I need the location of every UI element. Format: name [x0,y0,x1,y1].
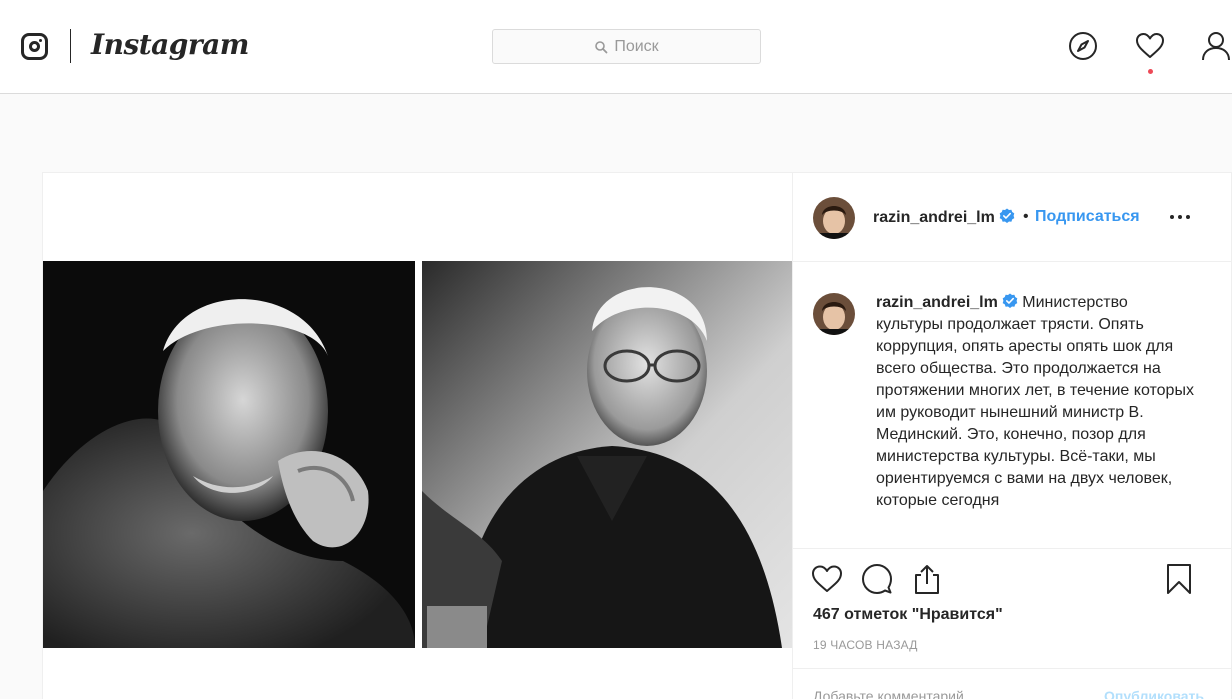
verified-badge-icon [1002,293,1018,308]
bookmark-icon[interactable] [1163,563,1195,595]
post-photo-right [422,261,792,648]
post-media[interactable] [43,173,792,699]
post-header: razin_andrei_lm • Подписаться [793,173,1232,262]
post-caption: razin_andrei_lm Министерство культуры пр… [876,292,1196,512]
comments-list[interactable]: razin_andrei_lm Министерство культуры пр… [793,262,1232,549]
user-icon[interactable] [1200,30,1232,62]
logo-divider [70,29,71,63]
verified-badge-icon [999,208,1015,223]
post-actions [793,558,1232,598]
share-icon[interactable] [911,563,943,595]
post-photo-left [43,261,415,648]
comment-input[interactable]: Добавьте комментарий... [813,688,975,699]
post-card: razin_andrei_lm • Подписаться razin_andr… [42,172,1232,699]
post-author-username[interactable]: razin_andrei_lm [873,208,1015,227]
post-timestamp[interactable]: 19 ЧАСОВ НАЗАД [813,638,918,652]
like-icon[interactable] [811,563,843,595]
top-navigation-bar: Instagram Поиск [0,0,1232,94]
avatar[interactable] [813,293,855,335]
compass-icon[interactable] [1067,30,1099,62]
publish-comment-button[interactable]: Опубликовать [1104,688,1204,699]
follow-button[interactable]: Подписаться [1035,208,1140,226]
instagram-glyph-icon[interactable] [21,33,48,60]
caption-username[interactable]: razin_andrei_lm [876,294,998,311]
avatar[interactable] [813,197,855,239]
post-sidebar: razin_andrei_lm • Подписаться razin_andr… [792,173,1232,699]
more-options-icon[interactable] [1168,207,1192,227]
notification-dot [1148,69,1153,74]
search-icon [595,40,608,53]
likes-count[interactable]: 467 отметок "Нравится" [813,606,1003,624]
search-input[interactable]: Поиск [492,29,761,64]
add-comment-section: Добавьте комментарий... Опубликовать [793,668,1232,699]
search-placeholder: Поиск [614,37,659,55]
comment-icon[interactable] [861,563,893,595]
caption-text: Министерство культуры продолжает трясти.… [876,294,1194,509]
header-separator: • [1023,208,1029,225]
heart-icon[interactable] [1134,30,1166,62]
instagram-wordmark[interactable]: Instagram [91,28,249,61]
author-username-text[interactable]: razin_andrei_lm [873,209,995,226]
